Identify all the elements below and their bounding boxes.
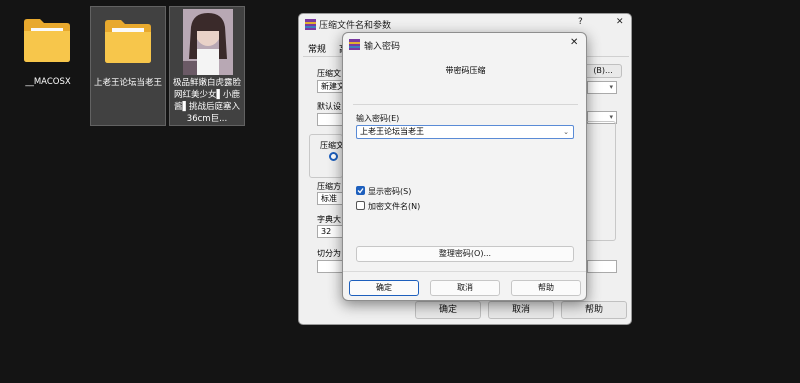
desktop-folder-laowang[interactable]: 上老王论坛当老王 bbox=[90, 6, 166, 126]
cancel-button[interactable]: 取消 bbox=[430, 280, 500, 296]
close-icon[interactable]: ✕ bbox=[570, 37, 578, 48]
chevron-down-icon: ▾ bbox=[609, 83, 613, 91]
split-input[interactable] bbox=[317, 260, 343, 273]
dict-size-label: 字典大 bbox=[317, 215, 341, 224]
chevron-down-icon[interactable]: ⌄ bbox=[563, 126, 569, 138]
method-select[interactable]: 标准 bbox=[317, 192, 343, 205]
password-value: 上老王论坛当老王 bbox=[360, 127, 424, 136]
folder-icon bbox=[105, 20, 151, 63]
format-radio[interactable] bbox=[329, 152, 338, 161]
footer-divider bbox=[343, 271, 586, 272]
desktop-item-label: __MACOSX bbox=[25, 77, 71, 87]
archive-format-label: 压缩文 bbox=[320, 141, 344, 150]
password-label: 输入密码(E) bbox=[356, 114, 400, 123]
cancel-button[interactable]: 取消 bbox=[488, 301, 554, 319]
desktop-folder-macosx[interactable]: __MACOSX bbox=[10, 6, 86, 126]
options-group bbox=[586, 121, 616, 241]
help-button[interactable]: 帮助 bbox=[561, 301, 627, 319]
video-thumbnail-icon bbox=[183, 9, 233, 75]
winrar-icon bbox=[349, 39, 360, 50]
archive-name-label: 压缩文 bbox=[317, 69, 341, 78]
desktop-item-label: 上老王论坛当老王 bbox=[93, 78, 162, 88]
default-profile-label: 默认设 bbox=[317, 102, 341, 111]
help-button[interactable]: 帮助 bbox=[511, 280, 581, 296]
folder-icon bbox=[24, 19, 70, 62]
archive-name-dropdown[interactable]: ▾ bbox=[587, 81, 617, 94]
checkmark-icon bbox=[357, 188, 364, 194]
ok-button[interactable]: 确定 bbox=[349, 280, 419, 296]
ok-button[interactable]: 确定 bbox=[415, 301, 481, 319]
enter-password-dialog: 输入密码 ✕ 带密码压缩 输入密码(E) 上老王论坛当老王 ⌄ 显示密码(S) … bbox=[342, 32, 587, 301]
tab-general[interactable]: 常规 bbox=[308, 42, 326, 55]
password-input[interactable]: 上老王论坛当老王 ⌄ bbox=[356, 125, 574, 139]
desktop-item-label: 极品鲜嫩白虎露脸网红美少女▌小鹿酱▌挑战后庭塞入36cm巨... bbox=[172, 78, 241, 124]
winrar-icon bbox=[305, 19, 316, 30]
method-label: 压缩方 bbox=[317, 182, 341, 191]
dict-size-select[interactable]: 32 bbox=[317, 225, 343, 238]
show-password-checkbox[interactable] bbox=[356, 186, 365, 195]
encrypt-filenames-checkbox[interactable] bbox=[356, 201, 365, 210]
close-icon[interactable]: ✕ bbox=[616, 17, 624, 27]
dialog-title: 输入密码 bbox=[364, 42, 401, 52]
organize-passwords-button[interactable]: 整理密码(O)... bbox=[356, 246, 574, 262]
desktop-file-video[interactable]: 极品鲜嫩白虎露脸网红美少女▌小鹿酱▌挑战后庭塞入36cm巨... bbox=[169, 6, 245, 126]
split-unit-input[interactable] bbox=[587, 260, 617, 273]
default-profile-input[interactable] bbox=[317, 113, 343, 126]
window-title: 压缩文件名和参数 bbox=[319, 21, 392, 31]
split-label: 切分为 bbox=[317, 249, 341, 258]
help-icon[interactable]: ? bbox=[578, 17, 583, 27]
show-password-label[interactable]: 显示密码(S) bbox=[368, 186, 411, 197]
browse-button[interactable]: (B)... bbox=[584, 64, 622, 78]
dialog-header: 带密码压缩 bbox=[445, 66, 486, 75]
encrypt-filenames-label[interactable]: 加密文件名(N) bbox=[368, 201, 420, 212]
header-divider bbox=[353, 104, 578, 105]
